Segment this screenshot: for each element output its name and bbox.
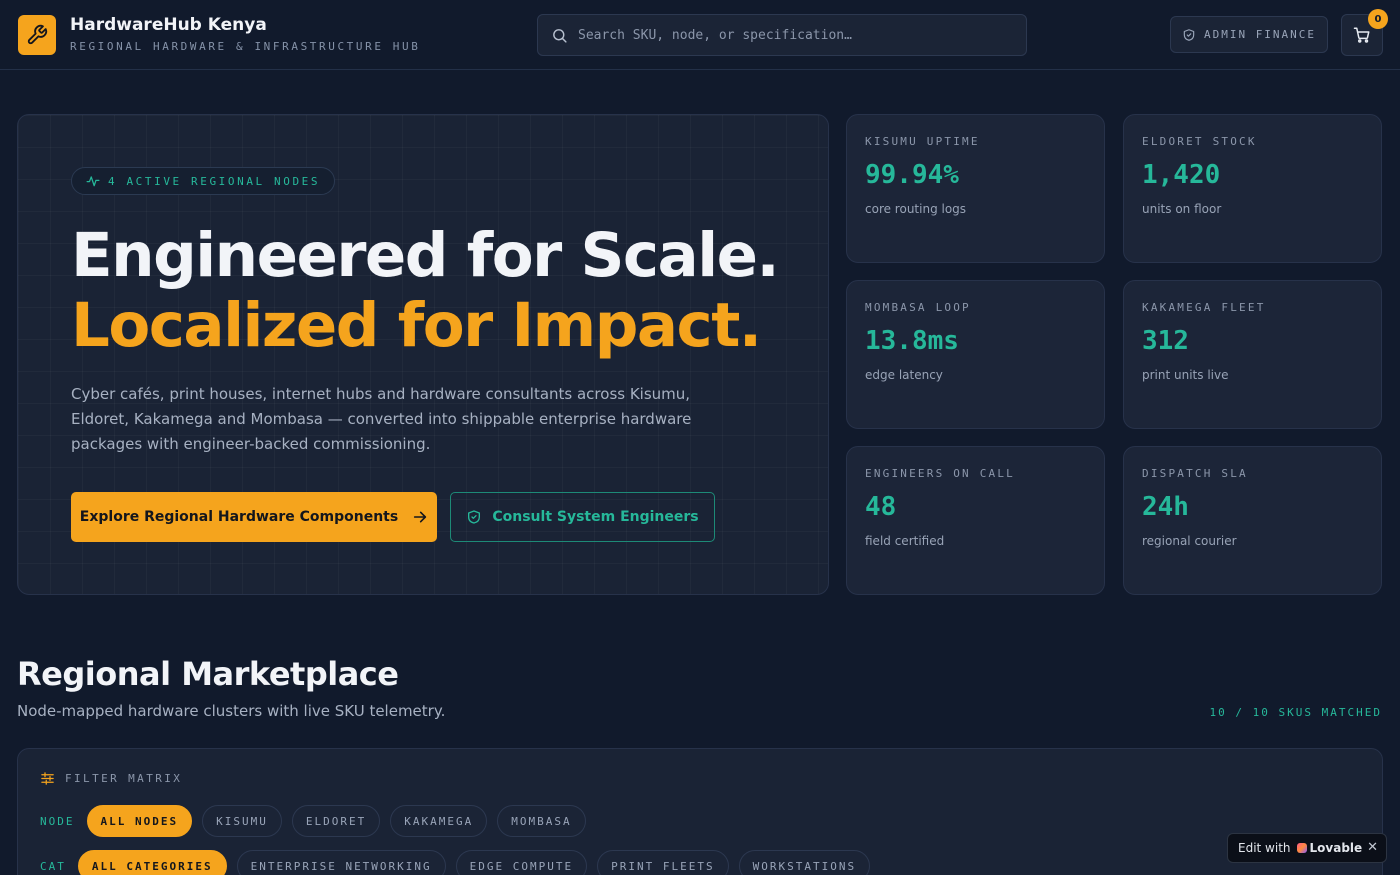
- stat-subtext: field certified: [865, 534, 945, 548]
- lovable-brand: Lovable: [1296, 841, 1363, 855]
- cart-button[interactable]: 0: [1341, 9, 1388, 56]
- stat-label: DISPATCH SLA: [1142, 467, 1248, 480]
- search-bar[interactable]: [537, 14, 1027, 56]
- brand-tagline: REGIONAL HARDWARE & INFRASTRUCTURE HUB: [70, 40, 421, 53]
- lovable-brand-label: Lovable: [1309, 841, 1363, 855]
- arrow-right-icon: [414, 511, 427, 523]
- stat-value: 99.94%: [865, 160, 959, 190]
- stat-subtext: edge latency: [865, 368, 943, 382]
- cart-icon: [1353, 27, 1370, 43]
- wrench-icon: [27, 24, 48, 45]
- node-chip-kisumu[interactable]: KISUMU: [202, 805, 282, 837]
- activity-icon: [86, 176, 100, 187]
- node-filter-row: NODE ALL NODES KISUMU ELDORET KAKAMEGA M…: [40, 805, 586, 837]
- stat-subtext: regional courier: [1142, 534, 1237, 548]
- category-chip-print-fleets[interactable]: PRINT FLEETS: [597, 850, 729, 875]
- cart-count-badge: 0: [1368, 9, 1388, 29]
- explore-components-label: Explore Regional Hardware Components: [79, 509, 399, 525]
- filter-header: FILTER MATRIX: [40, 771, 182, 786]
- top-header: HardwareHub Kenya REGIONAL HARDWARE & IN…: [0, 0, 1400, 70]
- lovable-prefix: Edit with: [1238, 841, 1291, 855]
- hero-title-line1: Engineered for Scale.: [71, 220, 780, 291]
- sku-match-count: 10 / 10 SKUS MATCHED: [1209, 706, 1382, 719]
- brand-name: HardwareHub Kenya: [70, 15, 267, 35]
- consult-engineers-label: Consult System Engineers: [492, 509, 699, 525]
- stat-card-kakamega-fleet: KAKAMEGA FLEET 312 print units live: [1123, 280, 1382, 429]
- stat-card-kisumu-uptime: KISUMU UPTIME 99.94% core routing logs: [846, 114, 1105, 263]
- shield-check-icon: [468, 510, 481, 524]
- stat-card-dispatch-sla: DISPATCH SLA 24h regional courier: [1123, 446, 1382, 595]
- consult-engineers-button[interactable]: Consult System Engineers: [450, 492, 715, 542]
- node-chip-kakamega[interactable]: KAKAMEGA: [390, 805, 488, 837]
- hero-title: Engineered for Scale. Localized for Impa…: [71, 221, 811, 361]
- stat-value: 1,420: [1142, 160, 1221, 190]
- stat-label: ELDORET STOCK: [1142, 135, 1257, 148]
- node-filter-label: NODE: [40, 814, 75, 828]
- marketplace-title: Regional Marketplace: [17, 655, 399, 693]
- stat-subtext: core routing logs: [865, 202, 967, 216]
- logo[interactable]: [18, 15, 56, 55]
- filter-panel: FILTER MATRIX NODE ALL NODES KISUMU ELDO…: [17, 748, 1383, 875]
- admin-finance-button[interactable]: ADMIN FINANCE: [1170, 16, 1328, 53]
- node-chip-all[interactable]: ALL NODES: [86, 805, 193, 837]
- stat-card-eldoret-stock: ELDORET STOCK 1,420 units on floor: [1123, 114, 1382, 263]
- sliders-icon: [41, 772, 54, 785]
- marketplace-subtitle: Node-mapped hardware clusters with live …: [17, 702, 446, 720]
- explore-components-button[interactable]: Explore Regional Hardware Components: [71, 492, 437, 542]
- shield-icon: [1183, 28, 1195, 41]
- hero-title-line2: Localized for Impact.: [71, 290, 762, 361]
- edit-with-lovable-badge[interactable]: Edit with Lovable ✕: [1227, 833, 1387, 863]
- category-chip-enterprise-networking[interactable]: ENTERPRISE NETWORKING: [236, 850, 446, 875]
- search-icon: [553, 28, 567, 43]
- stat-value: 24h: [1142, 492, 1189, 522]
- stat-value: 312: [1142, 326, 1189, 356]
- node-chip-mombasa[interactable]: MOMBASA: [497, 805, 586, 837]
- stat-subtext: print units live: [1142, 368, 1229, 382]
- search-input[interactable]: [578, 27, 998, 43]
- admin-finance-label: ADMIN FINANCE: [1203, 28, 1317, 41]
- active-nodes-pill: 4 ACTIVE REGIONAL NODES: [71, 167, 336, 195]
- category-chip-all[interactable]: ALL CATEGORIES: [77, 850, 227, 875]
- stat-label: ENGINEERS ON CALL: [865, 467, 1015, 480]
- hero-description: Cyber cafés, print houses, internet hubs…: [71, 385, 692, 453]
- active-nodes-label: 4 ACTIVE REGIONAL NODES: [108, 174, 321, 188]
- node-chip-eldoret[interactable]: ELDORET: [291, 805, 381, 837]
- lovable-heart-icon: [1296, 843, 1307, 853]
- stat-label: KISUMU UPTIME: [865, 135, 980, 148]
- stat-value: 13.8ms: [865, 326, 959, 356]
- close-icon[interactable]: ✕: [1367, 840, 1378, 855]
- stat-value: 48: [865, 492, 897, 522]
- stat-subtext: units on floor: [1142, 202, 1222, 216]
- stat-label: MOMBASA LOOP: [865, 301, 971, 314]
- hero-panel: 4 ACTIVE REGIONAL NODES Engineered for S…: [17, 114, 829, 595]
- stat-card-mombasa-loop: MOMBASA LOOP 13.8ms edge latency: [846, 280, 1105, 429]
- category-chip-workstations[interactable]: WORKSTATIONS: [738, 850, 871, 875]
- stat-card-engineers-on-call: ENGINEERS ON CALL 48 field certified: [846, 446, 1105, 595]
- category-chip-edge-compute[interactable]: EDGE COMPUTE: [455, 850, 588, 875]
- filter-title: FILTER MATRIX: [65, 772, 183, 785]
- category-filter-row: CAT ALL CATEGORIES ENTERPRISE NETWORKING…: [40, 850, 871, 875]
- category-filter-label: CAT: [40, 859, 66, 873]
- stat-label: KAKAMEGA FLEET: [1142, 301, 1266, 314]
